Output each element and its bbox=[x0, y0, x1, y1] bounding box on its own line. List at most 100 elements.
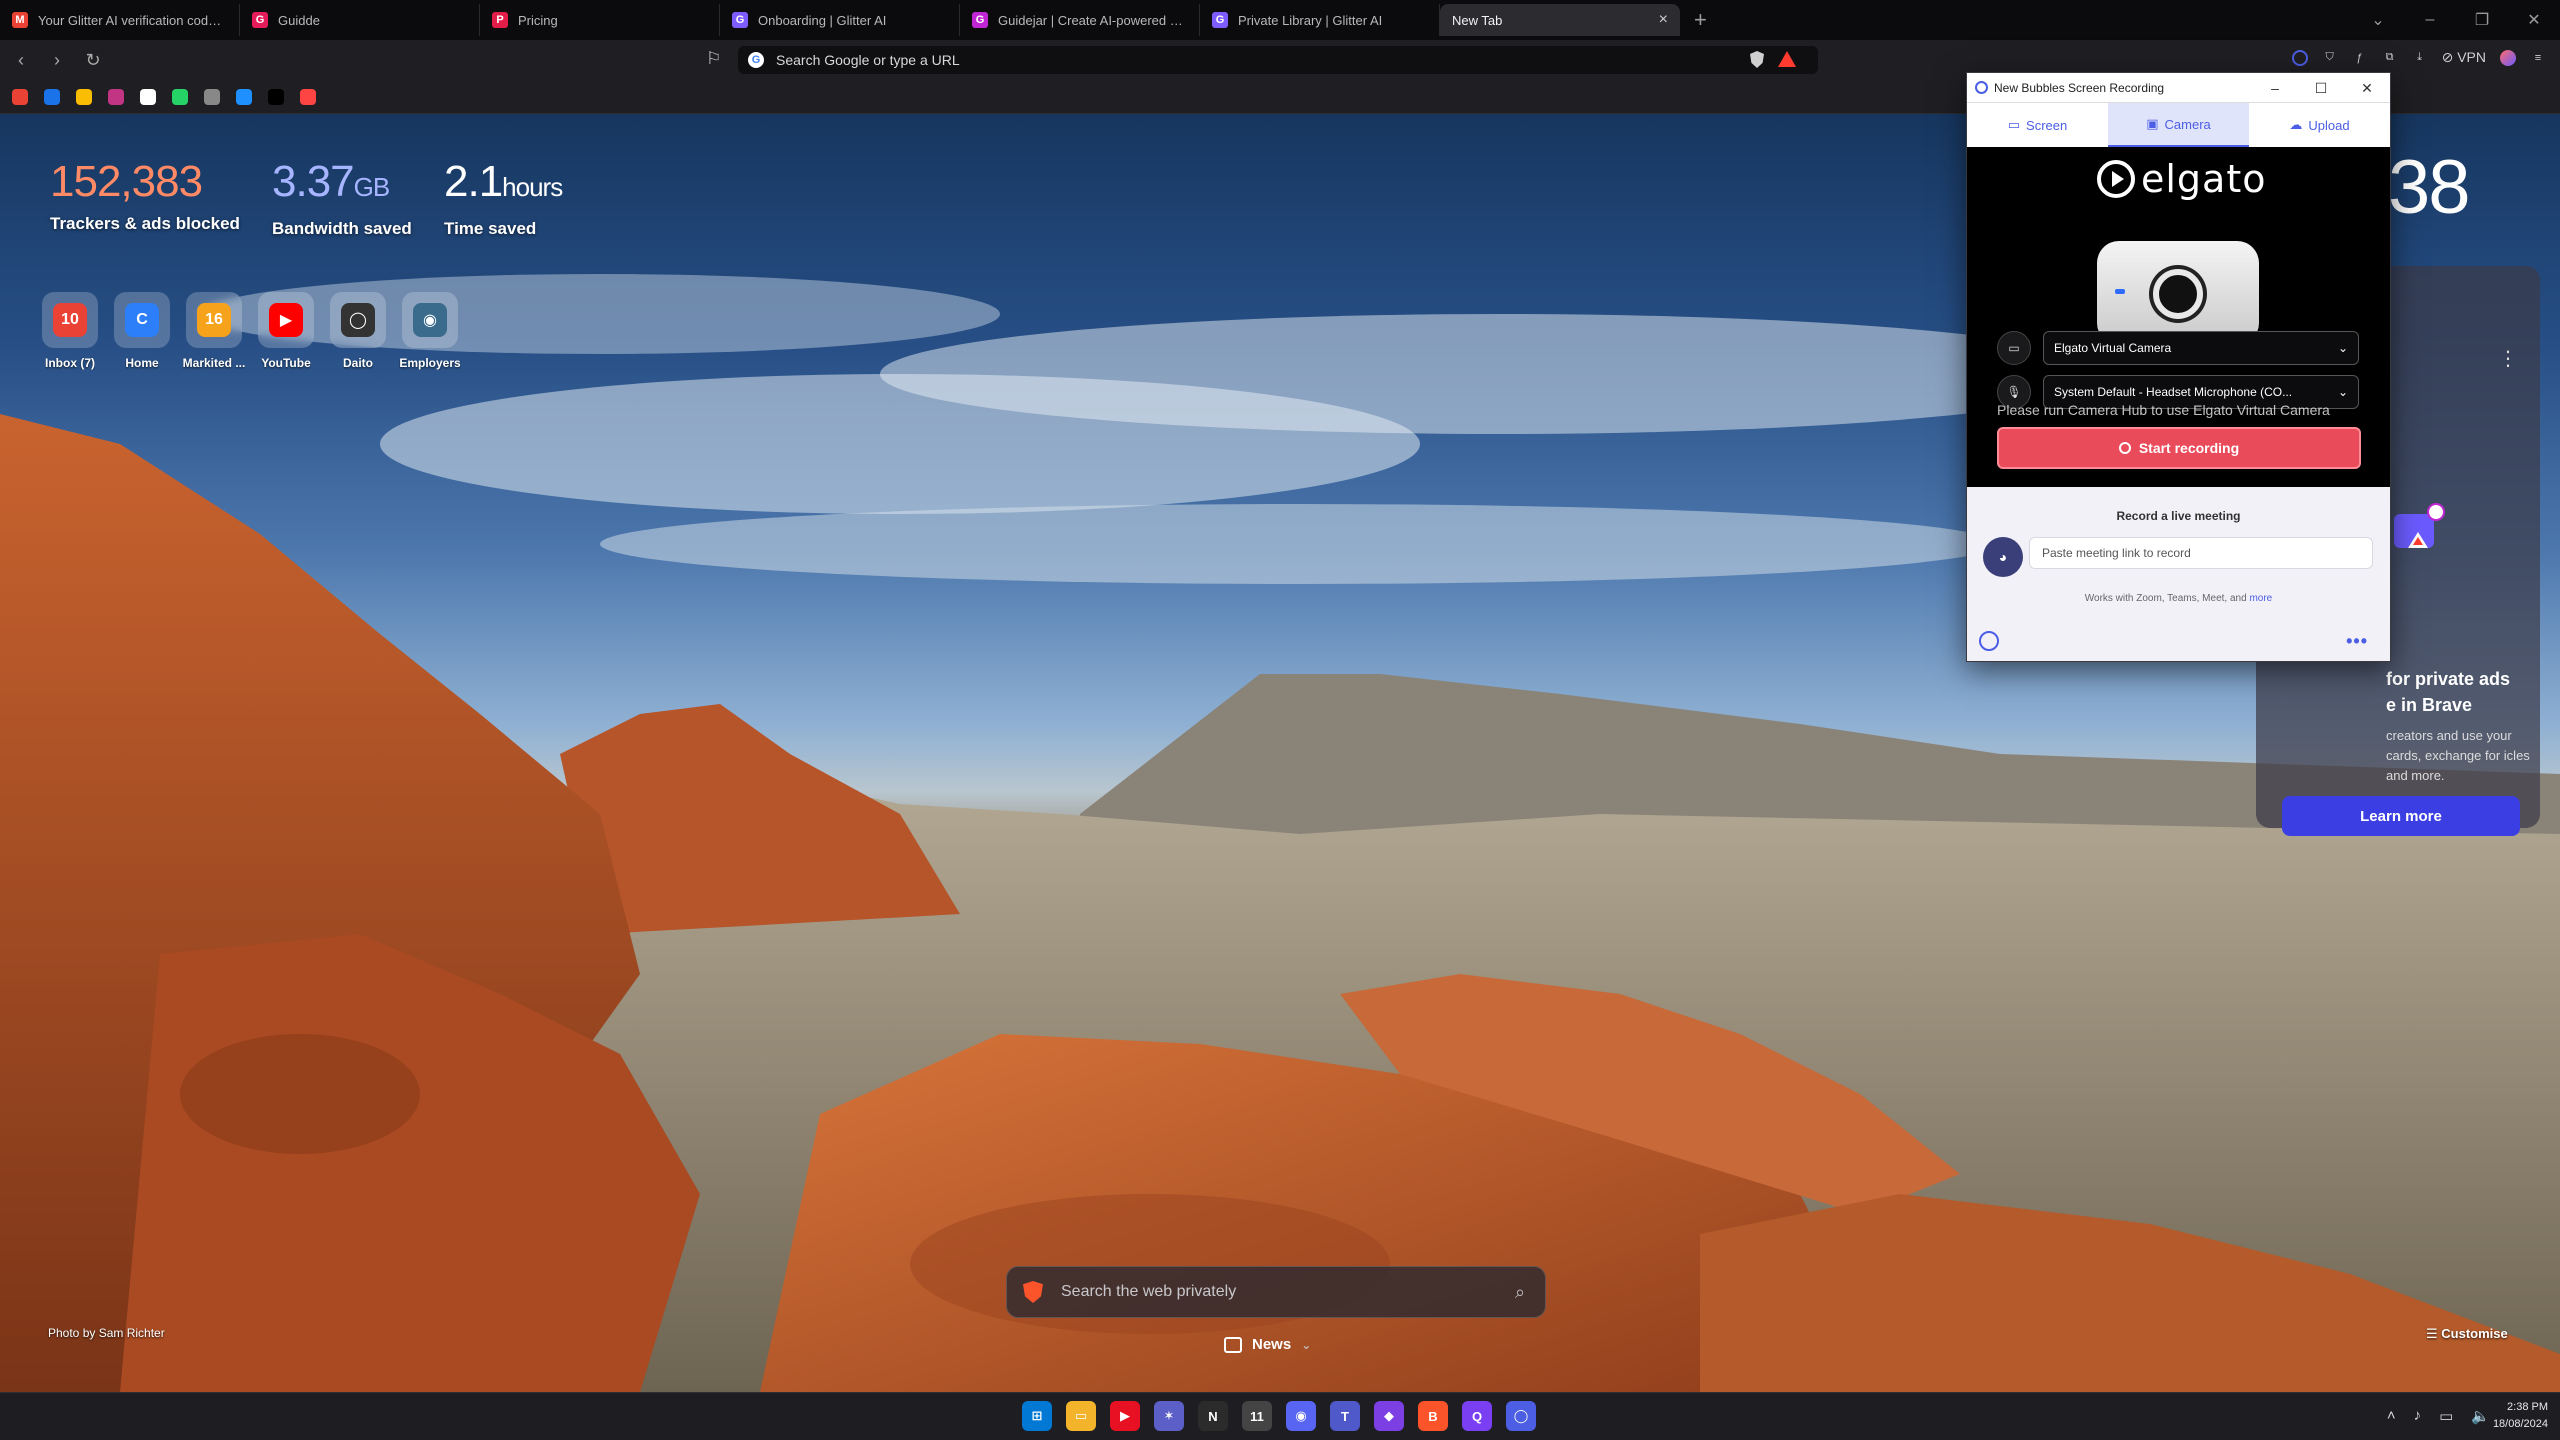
tab-guidejar[interactable]: G Guidejar | Create AI-powered step-... bbox=[960, 4, 1200, 36]
bookmark-item[interactable] bbox=[12, 88, 28, 105]
more-options-icon[interactable]: ••• bbox=[2346, 631, 2368, 652]
maximize-icon[interactable]: ☐ bbox=[2298, 73, 2344, 103]
close-icon[interactable]: ✕ bbox=[2344, 73, 2390, 103]
tab-screen-label: Screen bbox=[2026, 117, 2068, 133]
leo-ai-icon[interactable] bbox=[2500, 49, 2516, 66]
minimize-icon[interactable]: – bbox=[2404, 11, 2456, 29]
back-icon[interactable]: ‹ bbox=[6, 50, 36, 71]
tab-pricing[interactable]: P Pricing bbox=[480, 4, 720, 36]
news-button[interactable]: News ⌄ bbox=[1224, 1336, 1311, 1353]
top-site-tile[interactable]: ◉ Employers bbox=[399, 292, 461, 370]
formula-extension-icon[interactable]: ƒ bbox=[2352, 50, 2368, 66]
reload-icon[interactable]: ↻ bbox=[78, 50, 108, 71]
minimize-icon[interactable]: – bbox=[2252, 73, 2298, 103]
tab-new-tab[interactable]: New Tab × bbox=[1440, 4, 1680, 36]
camera-hub-hint: Please run Camera Hub to use Elgato Virt… bbox=[1997, 402, 2330, 418]
top-site-tile[interactable]: C Home bbox=[114, 292, 170, 370]
card-menu-icon[interactable]: ⋮ bbox=[2498, 346, 2518, 371]
promo-illustration bbox=[2394, 503, 2445, 548]
close-window-icon[interactable]: ✕ bbox=[2508, 10, 2560, 30]
monitor-icon: ▭ bbox=[2007, 117, 2021, 132]
start-recording-button[interactable]: Start recording bbox=[1997, 427, 2361, 469]
bookmark-item[interactable] bbox=[108, 88, 124, 105]
camera-select-row: ▭ Elgato Virtual Camera ⌄ bbox=[1997, 331, 2359, 365]
bookmark-item[interactable] bbox=[204, 88, 220, 105]
chevron-up-icon[interactable]: ˄ bbox=[2387, 1407, 2396, 1425]
brave-icon[interactable]: B bbox=[1418, 1401, 1448, 1431]
system-tray: ˄ ♪ ▭ 🔈 bbox=[2387, 1407, 2490, 1425]
taskbar-date: 18/08/2024 bbox=[2492, 1418, 2548, 1430]
taskbar-clock[interactable]: 2:38 PM 18/08/2024 bbox=[2493, 1399, 2548, 1433]
network-icon[interactable]: ▭ bbox=[2439, 1407, 2453, 1425]
search-box[interactable]: Search the web privately ⌕ bbox=[1006, 1266, 1546, 1318]
video-camera-icon[interactable]: ▭ bbox=[1997, 331, 2031, 365]
media-player-icon[interactable]: ▶ bbox=[1110, 1401, 1140, 1431]
bubbles-icon[interactable]: ◯ bbox=[1506, 1401, 1536, 1431]
notion-icon[interactable]: N bbox=[1198, 1401, 1228, 1431]
bubbles-extension-icon[interactable] bbox=[2291, 49, 2308, 66]
tab-camera[interactable]: ▣ Camera bbox=[2108, 103, 2249, 147]
tab-search-icon[interactable]: ⌄ bbox=[2352, 10, 2404, 30]
calendar-icon[interactable]: 11 bbox=[1242, 1401, 1272, 1431]
window-controls: ⌄ – ❐ ✕ bbox=[2352, 0, 2560, 40]
microphone-icon[interactable]: ♪ bbox=[2414, 1407, 2422, 1425]
brave-rewards-icon[interactable] bbox=[1778, 51, 1796, 67]
bookmark-item[interactable] bbox=[44, 88, 60, 105]
learn-more-button[interactable]: Learn more bbox=[2282, 796, 2520, 836]
forward-icon[interactable]: › bbox=[42, 50, 72, 71]
guidejar-icon: G bbox=[972, 12, 988, 28]
bookmark-item[interactable] bbox=[236, 88, 252, 105]
discord-icon[interactable]: ◉ bbox=[1286, 1401, 1316, 1431]
tab-gmail[interactable]: M Your Glitter AI verification code - p..… bbox=[0, 4, 240, 36]
new-tab-button[interactable]: + bbox=[1694, 7, 1707, 33]
file-explorer-icon[interactable]: ▭ bbox=[1066, 1401, 1096, 1431]
qbittorrent-icon[interactable]: Q bbox=[1462, 1401, 1492, 1431]
trackers-value: 152,383 bbox=[50, 157, 203, 206]
bookmark-item[interactable] bbox=[268, 88, 284, 105]
address-bar[interactable]: G Search Google or type a URL bbox=[738, 46, 1818, 74]
download-icon[interactable]: ⤓ bbox=[2412, 50, 2428, 66]
meeting-link-input[interactable]: Paste meeting link to record bbox=[2029, 537, 2373, 569]
tab-screen[interactable]: ▭ Screen bbox=[1967, 103, 2108, 147]
volume-icon[interactable]: 🔈 bbox=[2471, 1407, 2490, 1425]
brave-shields-icon[interactable] bbox=[1750, 51, 1764, 68]
tab-upload[interactable]: ☁ Upload bbox=[2249, 103, 2390, 147]
tab-guidde[interactable]: G Guidde bbox=[240, 4, 480, 36]
tab-onboarding[interactable]: G Onboarding | Glitter AI bbox=[720, 4, 960, 36]
windows-start-icon[interactable]: ⊞ bbox=[1022, 1401, 1052, 1431]
bandwidth-unit: GB bbox=[353, 172, 391, 202]
bookmark-item[interactable] bbox=[300, 88, 316, 105]
promo-headline: for private ads e in Brave bbox=[2386, 666, 2536, 718]
tab-title: Guidde bbox=[278, 12, 320, 28]
clipchamp-icon[interactable]: ◆ bbox=[1374, 1401, 1404, 1431]
teams-icon[interactable]: T bbox=[1330, 1401, 1360, 1431]
bookmark-item[interactable] bbox=[140, 88, 156, 105]
app-star-icon[interactable]: ✶ bbox=[1154, 1401, 1184, 1431]
bookmark-icon[interactable]: ⚐ bbox=[706, 49, 721, 69]
top-site-label: Home bbox=[125, 356, 159, 370]
tab-private-library[interactable]: G Private Library | Glitter AI bbox=[1200, 4, 1440, 36]
employers-icon: ◉ bbox=[413, 303, 447, 337]
close-tab-icon[interactable]: × bbox=[1659, 11, 1668, 29]
search-icon[interactable]: ⌕ bbox=[1495, 1282, 1545, 1303]
top-site-tile[interactable]: ◯ Daito bbox=[330, 292, 386, 370]
vpn-button[interactable]: ⊘ VPN bbox=[2442, 49, 2486, 66]
mic-select-value: System Default - Headset Microphone (CO.… bbox=[2054, 385, 2293, 399]
bookmark-item[interactable] bbox=[76, 88, 92, 105]
maximize-icon[interactable]: ❐ bbox=[2456, 10, 2508, 30]
elgato-brand-text: elgato bbox=[2141, 157, 2267, 201]
chevron-down-icon: ⌄ bbox=[2337, 385, 2348, 399]
photo-credit[interactable]: Photo by Sam Richter bbox=[48, 1326, 165, 1340]
promo-headline-2: e in Brave bbox=[2386, 695, 2473, 715]
top-site-tile[interactable]: 10 Inbox (7) bbox=[42, 292, 98, 370]
more-link[interactable]: more bbox=[2249, 593, 2272, 604]
puzzle-extensions-icon[interactable]: ⧉ bbox=[2382, 50, 2398, 66]
top-site-tile[interactable]: 16 Markited ... bbox=[183, 292, 245, 370]
customise-button[interactable]: ☰ Customise bbox=[2426, 1326, 2508, 1342]
top-site-tile[interactable]: ▶ YouTube bbox=[258, 292, 314, 370]
shield-extension-icon[interactable]: ⛉ bbox=[2322, 50, 2338, 66]
glitter-icon: G bbox=[732, 12, 748, 28]
camera-select[interactable]: Elgato Virtual Camera ⌄ bbox=[2043, 331, 2359, 365]
bookmark-item[interactable] bbox=[172, 88, 188, 105]
menu-icon[interactable]: ≡ bbox=[2530, 50, 2546, 66]
